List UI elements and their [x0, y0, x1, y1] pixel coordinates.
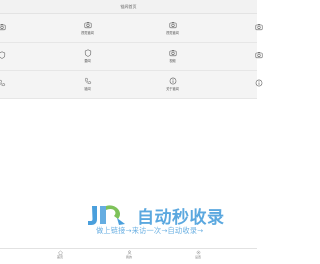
- grid-item-label: 链闻: [84, 86, 91, 91]
- tab-settings[interactable]: 设置: [183, 250, 213, 263]
- grid-item[interactable]: [237, 42, 280, 70]
- tab-label: 首页: [56, 255, 63, 259]
- feature-grid: 视觉链闻 视觉链闻 要闻 视频 链闻 关于链闻: [0, 14, 262, 99]
- grid-item[interactable]: [0, 14, 23, 42]
- camera-icon: [255, 51, 262, 58]
- watermark-subtitle: 做上链接→来访一次→自动收录→: [96, 226, 204, 235]
- grid-item[interactable]: 链闻: [66, 70, 109, 98]
- page-title: 链闻首页: [120, 3, 137, 9]
- grid-item[interactable]: [237, 14, 280, 42]
- grid-item-label: 视频: [169, 58, 176, 63]
- top-title-bar: 链闻首页: [0, 0, 257, 14]
- grid-item-label: 关于链闻: [166, 86, 179, 91]
- info-icon: [169, 77, 176, 85]
- tab-profile[interactable]: 我的: [114, 250, 144, 263]
- grid-item[interactable]: 要闻: [66, 42, 109, 70]
- grid-item[interactable]: [0, 42, 23, 70]
- shield-icon: [0, 50, 5, 59]
- camera-icon: [84, 22, 91, 28]
- grid-item[interactable]: 视觉链闻: [151, 14, 194, 42]
- tab-label: 设置: [194, 255, 201, 259]
- watermark-logo-icon: [88, 205, 125, 225]
- grid-row-2: 要闻 视频: [0, 42, 262, 71]
- grid-item-label: 视觉链闻: [166, 30, 179, 35]
- grid-item[interactable]: 视频: [151, 42, 194, 70]
- grid-item[interactable]: [237, 70, 280, 98]
- camera-icon: [169, 50, 176, 56]
- bottom-tab-bar: 首页 我的 设置: [0, 248, 257, 264]
- info-icon: [255, 79, 262, 86]
- grid-item[interactable]: 视觉链闻: [66, 14, 109, 42]
- tab-home[interactable]: 首页: [45, 250, 75, 263]
- grid-row-1: 视觉链闻 视觉链闻: [0, 14, 262, 43]
- camera-icon: [169, 22, 176, 28]
- watermark-title: 自动秒收录: [137, 208, 225, 228]
- grid-row-3: 链闻 关于链闻: [0, 70, 262, 99]
- grid-item-label: 视觉链闻: [81, 30, 94, 35]
- shield-icon: [84, 49, 91, 57]
- camera-icon: [255, 23, 262, 30]
- camera-icon: [0, 23, 5, 30]
- watermark: 自动秒收录 做上链接→来访一次→自动收录→: [86, 198, 242, 244]
- phone-icon: [84, 77, 91, 84]
- grid-item[interactable]: [0, 70, 23, 98]
- grid-item[interactable]: 关于链闻: [151, 70, 194, 98]
- grid-item-label: 要闻: [84, 58, 91, 63]
- phone-icon: [0, 79, 5, 86]
- tab-label: 我的: [125, 255, 132, 259]
